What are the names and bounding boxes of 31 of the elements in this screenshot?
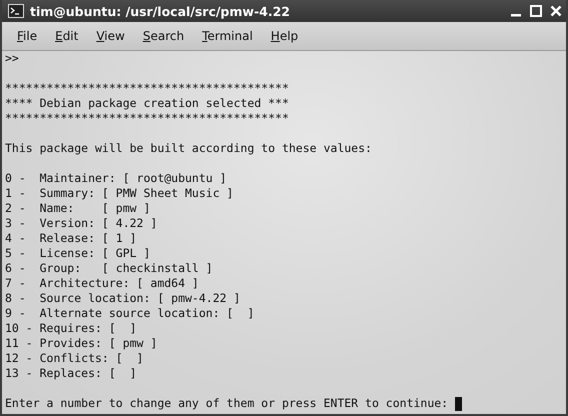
terminal-icon bbox=[8, 4, 24, 18]
terminal-line: >> bbox=[5, 51, 20, 66]
maximize-icon[interactable] bbox=[530, 5, 542, 17]
text-cursor bbox=[455, 396, 462, 410]
terminal-line: 2 - Name: [ pmw ] bbox=[5, 201, 152, 216]
terminal-line: 13 - Replaces: [ ] bbox=[5, 366, 138, 381]
terminal-line: Enter a number to change any of them or press ENTER to continue: bbox=[5, 396, 450, 411]
terminal-line: 4 - Release: [ 1 ] bbox=[5, 231, 138, 246]
terminal-line: 0 - Maintainer: [ root@ubuntu ] bbox=[5, 171, 228, 186]
terminal-line: **** Debian package creation selected *** bbox=[5, 96, 290, 111]
close-icon[interactable] bbox=[550, 5, 562, 17]
menu-item[interactable]: View bbox=[87, 26, 134, 46]
terminal-line: 1 - Summary: [ PMW Sheet Music ] bbox=[5, 186, 234, 201]
terminal-line: 3 - Version: [ 4.22 ] bbox=[5, 216, 158, 231]
menu-item[interactable]: Search bbox=[134, 26, 194, 46]
terminal-line: This package will be built according to these values: bbox=[5, 141, 373, 156]
menu-item[interactable]: Edit bbox=[46, 26, 88, 46]
terminal-line: 11 - Provides: [ pmw ] bbox=[5, 336, 158, 351]
terminal-line: 6 - Group: [ checkinstall ] bbox=[5, 261, 214, 276]
window-title: tim@ubuntu: /usr/local/src/pmw-4.22 bbox=[30, 4, 291, 18]
menu-item[interactable]: Help bbox=[262, 26, 308, 46]
terminal-line: ***************************************** bbox=[5, 81, 290, 96]
terminal-line: 9 - Alternate source location: [ ] bbox=[5, 306, 256, 321]
terminal-line: 7 - Architecture: [ amd64 ] bbox=[5, 276, 200, 291]
terminal-line: 10 - Requires: [ ] bbox=[5, 321, 138, 336]
menu-item[interactable]: File bbox=[8, 26, 46, 46]
terminal-line: ***************************************** bbox=[5, 111, 290, 126]
menu-item[interactable]: Terminal bbox=[193, 26, 262, 46]
terminal-line: 5 - License: [ GPL ] bbox=[5, 246, 152, 261]
terminal-line: 8 - Source location: [ pmw-4.22 ] bbox=[5, 291, 242, 306]
terminal-line: 12 - Conflicts: [ ] bbox=[5, 351, 144, 366]
